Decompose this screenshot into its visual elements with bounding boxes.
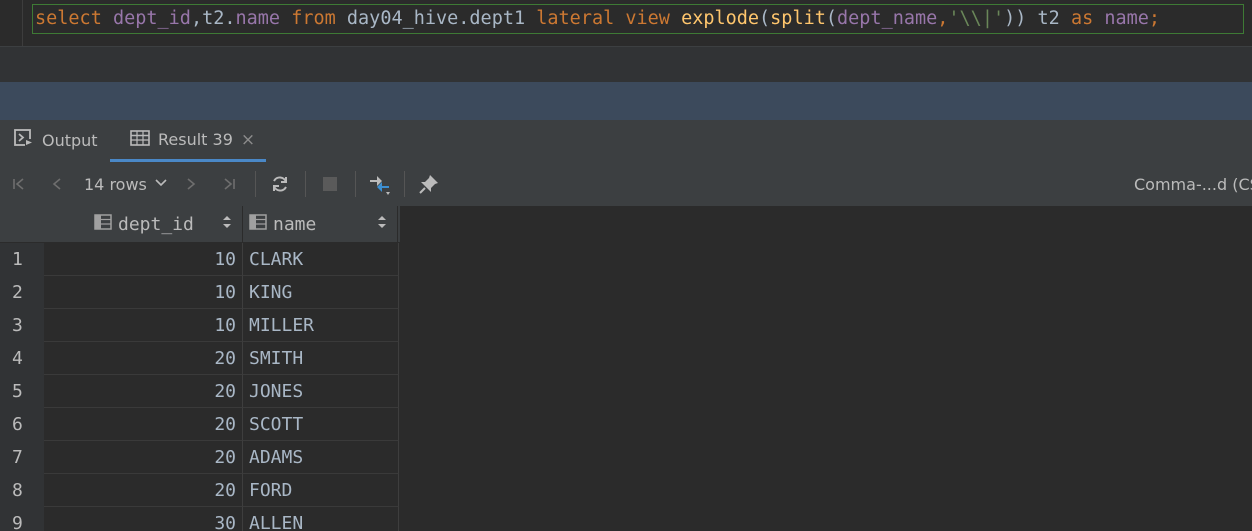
table-row[interactable]: 1 10 CLARK — [0, 243, 400, 276]
row-number[interactable]: 8 — [0, 474, 44, 507]
row-number[interactable]: 2 — [0, 276, 44, 309]
sort-toggle-icon[interactable] — [377, 215, 387, 233]
cell-name[interactable]: KING — [243, 276, 399, 309]
sql-token: , — [937, 8, 949, 29]
tab-result-39[interactable]: Result 39 × — [110, 120, 266, 162]
cell-dept-id[interactable]: 10 — [44, 309, 243, 342]
grid-empty-area — [400, 206, 1252, 531]
row-number[interactable]: 3 — [0, 309, 44, 342]
table-row[interactable]: 4 20 SMITH — [0, 342, 400, 375]
table-row[interactable]: 9 30 ALLEN — [0, 507, 400, 531]
next-page-icon[interactable] — [180, 162, 202, 206]
row-number-header — [0, 206, 44, 242]
stop-icon[interactable] — [318, 162, 342, 206]
export-format-dropdown[interactable]: Comma-...d (CS — [1134, 162, 1252, 206]
sql-token: name — [1104, 8, 1149, 29]
table-row[interactable]: 2 10 KING — [0, 276, 400, 309]
cell-name[interactable]: JONES — [243, 375, 399, 408]
column-icon — [249, 213, 267, 235]
toolbar-divider — [355, 171, 356, 197]
sql-token: dept_name — [837, 8, 938, 29]
sql-token: ; — [1148, 8, 1161, 29]
close-tab-icon[interactable]: × — [241, 130, 255, 150]
sql-statement-line[interactable]: select dept_id,t2.name from day04_hive.d… — [32, 4, 1244, 34]
cell-name[interactable]: CLARK — [243, 243, 399, 276]
cell-name[interactable]: SMITH — [243, 342, 399, 375]
sql-token: split — [770, 8, 826, 29]
console-output-icon — [14, 129, 34, 151]
tab-result-label: Result 39 — [158, 130, 233, 149]
table-row[interactable]: 8 20 FORD — [0, 474, 400, 507]
tab-output-label: Output — [42, 130, 98, 150]
sql-token: ,t2. — [190, 8, 236, 29]
table-row[interactable]: 5 20 JONES — [0, 375, 400, 408]
sql-token: ( — [825, 8, 838, 29]
previous-page-icon[interactable] — [46, 162, 68, 206]
cell-dept-id[interactable]: 20 — [44, 375, 243, 408]
column-header-name[interactable]: name — [243, 206, 398, 242]
cell-name[interactable]: SCOTT — [243, 408, 399, 441]
cell-dept-id[interactable]: 30 — [44, 507, 243, 531]
table-row[interactable]: 3 10 MILLER — [0, 309, 400, 342]
results-toolbar: 14 rows Comma-...d (CS — [0, 162, 1252, 207]
cell-name[interactable]: MILLER — [243, 309, 399, 342]
sql-token: name — [235, 8, 292, 29]
last-page-icon[interactable] — [218, 162, 240, 206]
sort-toggle-icon[interactable] — [222, 215, 232, 233]
toolbar-divider — [255, 171, 256, 197]
tab-output[interactable]: Output — [14, 120, 98, 160]
cell-dept-id[interactable]: 20 — [44, 342, 243, 375]
sql-token: select — [35, 8, 113, 29]
sql-token: '\\|' — [948, 8, 1005, 29]
editor-bottom-area — [0, 46, 1252, 83]
row-count-label: 14 rows — [84, 174, 147, 194]
row-number[interactable]: 9 — [0, 507, 44, 531]
row-number[interactable]: 4 — [0, 342, 44, 375]
row-number[interactable]: 6 — [0, 408, 44, 441]
sql-token: )) t2 — [1004, 8, 1071, 29]
pin-icon[interactable] — [416, 162, 442, 206]
cell-dept-id[interactable]: 20 — [44, 408, 243, 441]
sql-token: ( — [759, 8, 771, 29]
sql-statement-line-clipped — [32, 35, 1246, 46]
column-icon — [94, 213, 112, 235]
column-header-dept-id[interactable]: dept_id — [44, 206, 243, 242]
results-tab-bar: Output Result 39 × — [0, 120, 1252, 163]
cell-dept-id[interactable]: 10 — [44, 243, 243, 276]
row-count-dropdown[interactable]: 14 rows — [84, 162, 167, 206]
cell-dept-id[interactable]: 20 — [44, 474, 243, 507]
row-number[interactable]: 5 — [0, 375, 44, 408]
cell-name[interactable]: ALLEN — [243, 507, 399, 531]
table-row[interactable]: 7 20 ADAMS — [0, 441, 400, 474]
cell-name[interactable]: FORD — [243, 474, 399, 507]
sql-editor[interactable]: select dept_id,t2.name from day04_hive.d… — [0, 0, 1252, 46]
grid-header: dept_id name — [0, 206, 400, 242]
sql-token: lateral view — [536, 8, 682, 29]
compare-icon[interactable] — [366, 162, 394, 206]
table-grid-icon — [130, 129, 150, 150]
row-number[interactable]: 1 — [0, 243, 44, 276]
sql-token: as — [1070, 8, 1105, 29]
sql-token: dept_id — [112, 8, 191, 29]
sql-token: day04_hive.dept1 — [346, 8, 537, 29]
table-row[interactable]: 6 20 SCOTT — [0, 408, 400, 441]
cell-dept-id[interactable]: 20 — [44, 441, 243, 474]
sql-token: explode — [681, 8, 760, 29]
chevron-down-icon — [155, 176, 167, 192]
row-number[interactable]: 7 — [0, 441, 44, 474]
column-header-label: name — [273, 213, 317, 235]
cell-name[interactable]: ADAMS — [243, 441, 399, 474]
toolbar-divider — [404, 171, 405, 197]
toolbar-divider — [305, 171, 306, 197]
editor-gutter — [22, 0, 23, 46]
first-page-icon[interactable] — [8, 162, 30, 206]
column-header-label: dept_id — [118, 213, 194, 235]
cell-dept-id[interactable]: 10 — [44, 276, 243, 309]
export-format-label: Comma-...d (CS — [1134, 174, 1252, 194]
result-grid: dept_id name 1 10 CLARK 2 10 KING 3 10 MILLER 4 20… — [0, 206, 400, 531]
sql-token: from — [291, 8, 347, 29]
panel-title-bar — [0, 82, 1252, 120]
reload-icon[interactable] — [268, 162, 292, 206]
